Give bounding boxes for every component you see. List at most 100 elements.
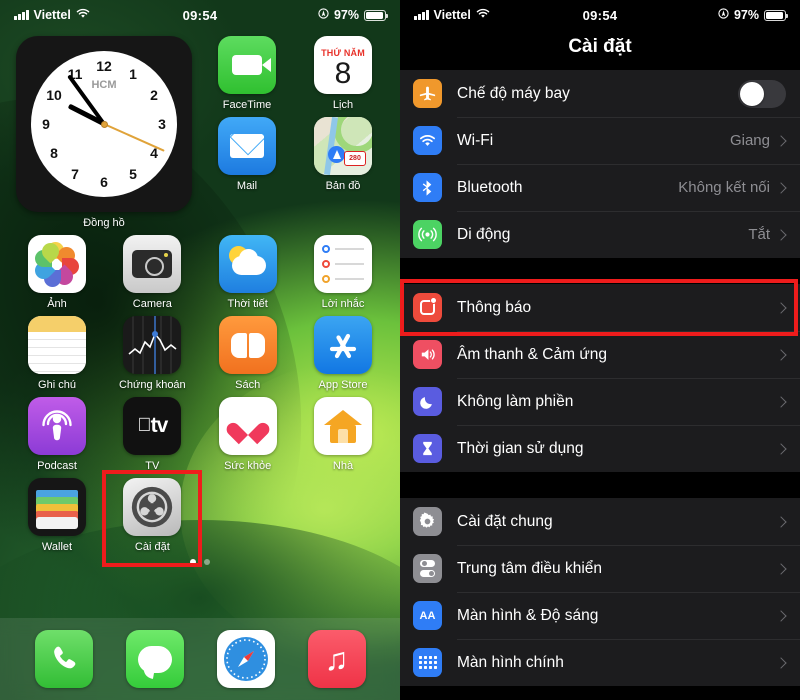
- app-stocks[interactable]: Chứng khoán: [111, 316, 193, 391]
- airplane-mode-toggle[interactable]: [738, 79, 786, 108]
- cellular-icon: [413, 220, 442, 249]
- hourglass-icon: [413, 434, 442, 463]
- app-facetime[interactable]: FaceTime: [206, 36, 288, 111]
- app-label: Cài đặt: [134, 541, 170, 553]
- notifications-icon: [413, 293, 442, 322]
- chevron-right-icon: [775, 562, 787, 575]
- app-mail[interactable]: Mail: [206, 117, 288, 192]
- app-label: Podcast: [37, 460, 77, 472]
- app-weather[interactable]: Thời tiết: [207, 235, 289, 310]
- app-settings[interactable]: Cài đặt: [102, 470, 203, 567]
- row-label: Thông báo: [457, 298, 532, 316]
- settings-row-home-screen[interactable]: Màn hình chính: [400, 639, 800, 686]
- maps-route-label: 280: [344, 151, 366, 166]
- app-home[interactable]: Nhà: [302, 397, 384, 472]
- clock-num: 8: [50, 145, 58, 161]
- row-label: Trung tâm điều khiển: [457, 559, 603, 577]
- app-label: Sách: [235, 379, 261, 391]
- wifi-icon: [76, 8, 90, 22]
- app-grid: HCM 12 1 2 3 4 5 6 7 8 9 10 11 Đồng hồ F…: [0, 30, 400, 567]
- chevron-right-icon: [775, 609, 787, 622]
- signal-bars-icon: [14, 10, 29, 20]
- app-label: TV: [145, 460, 160, 472]
- app-books[interactable]: Sách: [207, 316, 289, 391]
- settings-row-airplane-mode[interactable]: Chế độ máy bay: [400, 70, 800, 117]
- signal-bars-icon: [414, 10, 429, 20]
- clock-num: 3: [158, 116, 166, 132]
- messages-icon[interactable]: [125, 630, 184, 688]
- row-label: Di động: [457, 225, 511, 243]
- chevron-right-icon: [775, 301, 787, 314]
- row-label: Âm thanh & Cảm ứng: [457, 345, 607, 363]
- app-label: Thời tiết: [227, 298, 268, 310]
- home-screen-panel: Viettel 09:54 97% HCM 12 1 2 3 4 5 6 7 8…: [0, 0, 400, 700]
- app-maps[interactable]: 280 Bản đồ: [302, 117, 384, 192]
- settings-group-connectivity: Chế độ máy bay Wi-Fi Giang Bluetooth Khô…: [400, 70, 800, 258]
- row-label: Không làm phiền: [457, 392, 574, 410]
- app-photos[interactable]: Ảnh: [16, 235, 98, 310]
- app-label: Wallet: [41, 541, 73, 553]
- row-label: Cài đặt chung: [457, 512, 553, 530]
- row-label: Màn hình & Độ sáng: [457, 606, 599, 624]
- clock-center-pin: [100, 120, 108, 128]
- display-icon-text: AA: [419, 609, 436, 622]
- settings-row-wifi[interactable]: Wi-Fi Giang: [400, 117, 800, 164]
- app-label: Chứng khoán: [118, 379, 186, 391]
- app-label: Ghi chú: [38, 379, 76, 391]
- chevron-right-icon: [775, 515, 787, 528]
- app-tv[interactable]: tv TV: [111, 397, 193, 472]
- facetime-icon: [218, 36, 276, 94]
- clock-num: 1: [129, 66, 137, 82]
- app-reminders[interactable]: Lời nhắc: [302, 235, 384, 310]
- page-indicator[interactable]: [16, 559, 384, 565]
- row-label: Thời gian sử dụng: [457, 439, 584, 457]
- weather-icon: [218, 235, 277, 293]
- chevron-right-icon: [775, 348, 787, 361]
- home-icon: [313, 397, 372, 455]
- settings-row-control-center[interactable]: Trung tâm điều khiển: [400, 545, 800, 592]
- app-podcast[interactable]: Podcast: [16, 397, 98, 472]
- settings-row-do-not-disturb[interactable]: Không làm phiền: [400, 378, 800, 425]
- settings-row-cellular[interactable]: Di động Tắt: [400, 211, 800, 258]
- battery-percent-left: 97%: [333, 8, 359, 22]
- settings-row-general[interactable]: Cài đặt chung: [400, 498, 800, 545]
- settings-row-bluetooth[interactable]: Bluetooth Không kết nối: [400, 164, 800, 211]
- phone-icon[interactable]: [34, 630, 93, 688]
- app-label: Camera: [132, 298, 172, 310]
- app-label: App Store: [318, 379, 368, 391]
- app-wallet[interactable]: Wallet: [16, 478, 98, 553]
- mail-icon: [218, 117, 276, 175]
- row-label: Wi-Fi: [457, 131, 494, 149]
- status-bar-right: Viettel 09:54 97%: [400, 0, 800, 30]
- row-value: Giang: [729, 132, 770, 149]
- chevron-right-icon: [775, 656, 787, 669]
- settings-row-screen-time[interactable]: Thời gian sử dụng: [400, 425, 800, 472]
- app-calendar[interactable]: THỨ NĂM 8 Lịch: [302, 36, 384, 111]
- app-notes[interactable]: Ghi chú: [16, 316, 98, 391]
- music-icon[interactable]: ♫: [307, 630, 366, 688]
- chevron-right-icon: [775, 395, 787, 408]
- app-label: Lịch: [332, 99, 354, 111]
- clock-widget[interactable]: HCM 12 1 2 3 4 5 6 7 8 9 10 11 Đồng hồ: [16, 36, 192, 229]
- battery-icon: [364, 9, 389, 21]
- app-camera[interactable]: Camera: [111, 235, 193, 310]
- settings-row-display-brightness[interactable]: AA Màn hình & Độ sáng: [400, 592, 800, 639]
- app-health[interactable]: Sức khỏe: [207, 397, 289, 472]
- app-appstore[interactable]: App Store: [302, 316, 384, 391]
- tv-icon-text: tv: [143, 414, 169, 437]
- settings-row-notifications[interactable]: Thông báo: [400, 284, 800, 331]
- moon-icon: [413, 387, 442, 416]
- row-value: Không kết nối: [678, 179, 770, 196]
- books-icon: [218, 316, 277, 374]
- row-label: Bluetooth: [457, 178, 523, 196]
- clock-num: 10: [46, 87, 62, 103]
- clock-num: 6: [100, 174, 108, 190]
- page-dot-active: [190, 559, 196, 565]
- row-label: Màn hình chính: [457, 653, 564, 671]
- app-label: Mail: [236, 180, 258, 192]
- app-label: Bản đồ: [325, 180, 361, 192]
- safari-icon[interactable]: [216, 630, 275, 688]
- control-center-icon: [413, 554, 442, 583]
- settings-row-sounds[interactable]: Âm thanh & Cảm ứng: [400, 331, 800, 378]
- clock-num: 5: [129, 166, 137, 182]
